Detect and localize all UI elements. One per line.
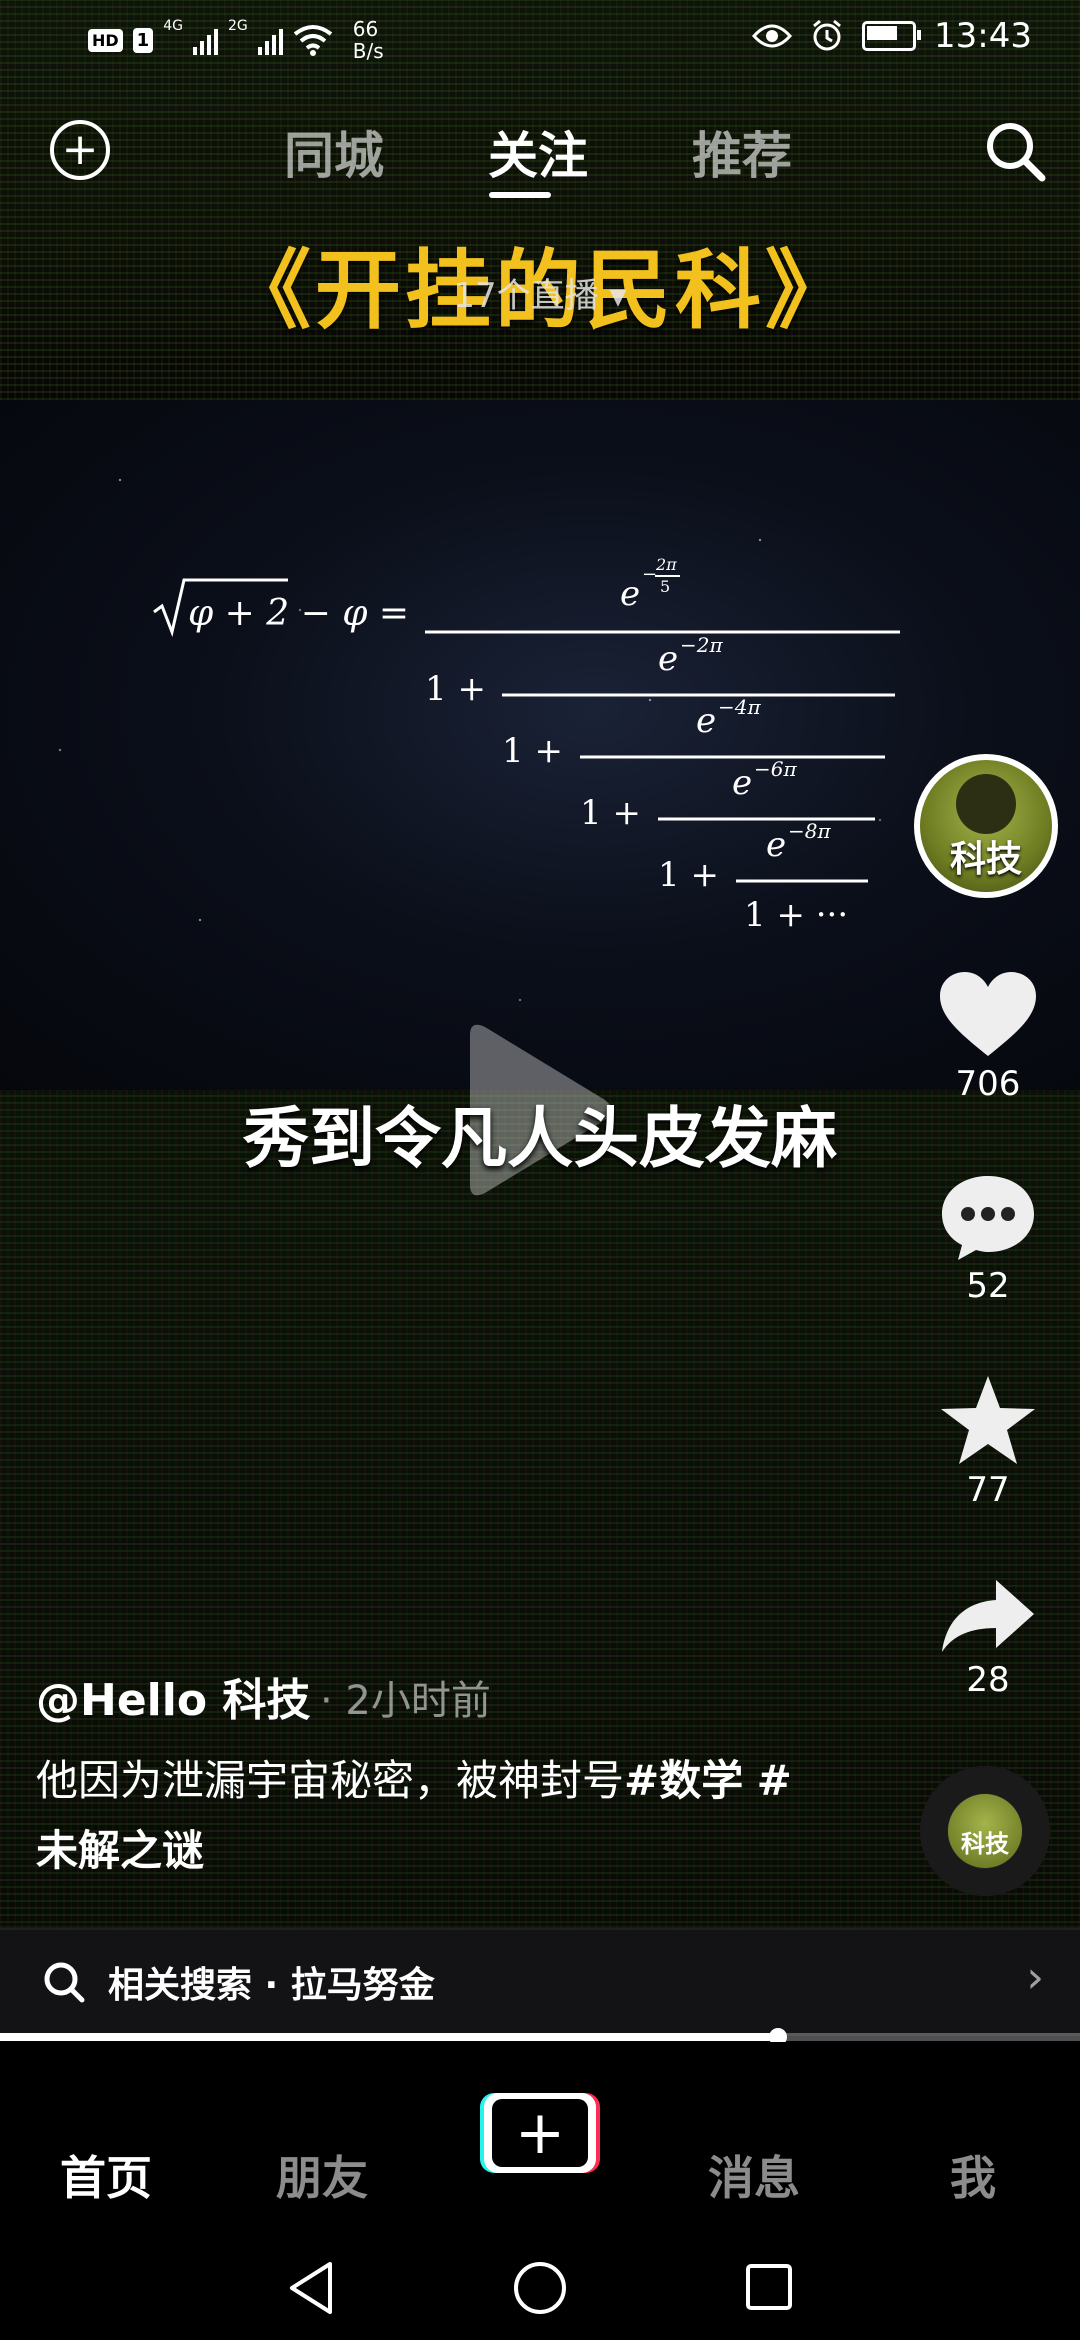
favorite-button[interactable]: 77 [930,1374,1046,1510]
wifi-icon [293,25,332,56]
svg-text:e: e [696,701,716,741]
tab-following[interactable]: 关注 [488,116,588,188]
tab-friends[interactable]: 朋友 [276,2142,368,2208]
alarm-icon [813,19,841,51]
svg-text:1 + ···: 1 + ··· [744,895,848,935]
description-text: 他因为泄漏宇宙秘密，被神封号 [36,1756,625,1805]
back-icon[interactable] [286,2260,336,2316]
tab-nearby[interactable]: 同城 [284,116,384,188]
heart-icon [940,972,1036,1056]
svg-text:5: 5 [660,577,670,596]
video-caption: 秀到令凡人头皮发麻 [243,1100,837,1177]
related-search-label: 相关搜索 · 拉马努金 [108,1965,435,2006]
top-nav: + 同城 关注 推荐 [0,100,1080,200]
tab-home[interactable]: 首页 [60,2142,152,2208]
progress-fill [0,2033,778,2041]
status-left: HD 1 4G 2G 66 B/s [88,18,384,62]
svg-text:φ + 2 − φ =: φ + 2 − φ = [188,593,409,634]
disc-text: 科技 [961,1830,1009,1858]
share-count: 28 [966,1660,1010,1700]
create-button[interactable]: + [480,2093,600,2173]
search-icon-small [44,1962,85,2003]
svg-text:−8π: −8π [788,819,831,843]
hd-badge: HD [88,28,123,52]
status-bar: HD 1 4G 2G 66 B/s 13:43 [0,0,1080,80]
ramanujan-formula: φ + 2 − φ = e − 2π 5 1 + e −2π 1 + e −4π… [153,555,900,935]
search-icon[interactable] [980,116,1050,186]
music-disc[interactable]: 科技 [920,1766,1050,1896]
tab-recommended[interactable]: 推荐 [692,116,792,188]
svg-text:2π: 2π [655,555,677,574]
comment-count: 52 [966,1266,1010,1306]
signal-icon [192,25,218,55]
favorite-count: 77 [966,1470,1010,1510]
app-screen: HD 1 4G 2G 66 B/s 13:43 + 同城 关注 推荐 《开挂的民… [0,0,1080,2340]
svg-text:e: e [620,574,640,614]
tab-messages[interactable]: 消息 [708,2142,800,2208]
add-live-button[interactable]: + [50,120,110,180]
svg-text:−2π: −2π [680,633,723,657]
active-tab-indicator [489,192,551,198]
status-right: 13:43 [752,16,1032,56]
chevron-right-icon: › [1026,1952,1044,2003]
signal-icon-2 [257,25,283,55]
live-count-dropdown[interactable]: 17个直播 ▾ [0,268,1080,317]
avatar-text: 科技 [949,839,1022,880]
comment-icon [942,1176,1034,1260]
svg-text:−: − [642,564,657,585]
like-count: 706 [955,1064,1021,1104]
video-progress-bar[interactable] [0,2028,1080,2046]
svg-text:−6π: −6π [754,757,797,781]
system-nav-bar [0,2240,1080,2340]
network-label-2: 2G [227,18,248,34]
author-avatar[interactable]: 科技 [914,754,1058,898]
network-speed: 66 B/s [353,18,384,62]
post-time: · 2小时前 [320,1678,491,1724]
svg-text:1 +: 1 + [580,793,641,833]
network-label-1: 4G [163,18,183,34]
svg-text:1 +: 1 + [502,731,563,771]
svg-text:1 +: 1 + [425,669,486,709]
plus-icon: + [492,2099,588,2167]
home-circle-icon[interactable] [512,2260,568,2316]
eye-icon [752,24,793,48]
svg-text:1 +: 1 + [658,855,719,895]
tab-me[interactable]: 我 [950,2142,996,2208]
share-arrow-icon [942,1580,1034,1652]
recents-square-icon[interactable] [744,2262,794,2312]
related-search-bar[interactable]: 相关搜索 · 拉马努金 › [0,1926,1080,2036]
comment-button[interactable]: 52 [930,1172,1046,1306]
network-speed-unit: B/s [352,39,384,63]
clock: 13:43 [934,16,1032,56]
author-name[interactable]: @Hello 科技 [36,1664,310,1728]
network-speed-value: 66 [352,17,379,41]
like-button[interactable]: 706 [930,970,1046,1104]
svg-text:e: e [732,763,752,803]
share-button[interactable]: 28 [930,1576,1046,1700]
svg-text:e: e [658,639,678,679]
sim-badge: 1 [132,27,154,53]
svg-text:−4π: −4π [718,695,761,719]
hashtag-math[interactable]: #数学 [624,1756,743,1805]
star-icon [941,1376,1035,1464]
post-description: 他因为泄漏宇宙秘密，被神封号#数学 #未解之谜 [36,1746,796,1886]
disc-avatar: 科技 [948,1794,1022,1868]
svg-text:e: e [766,825,786,865]
battery-icon [862,21,922,51]
robot-avatar-icon [956,774,1016,834]
